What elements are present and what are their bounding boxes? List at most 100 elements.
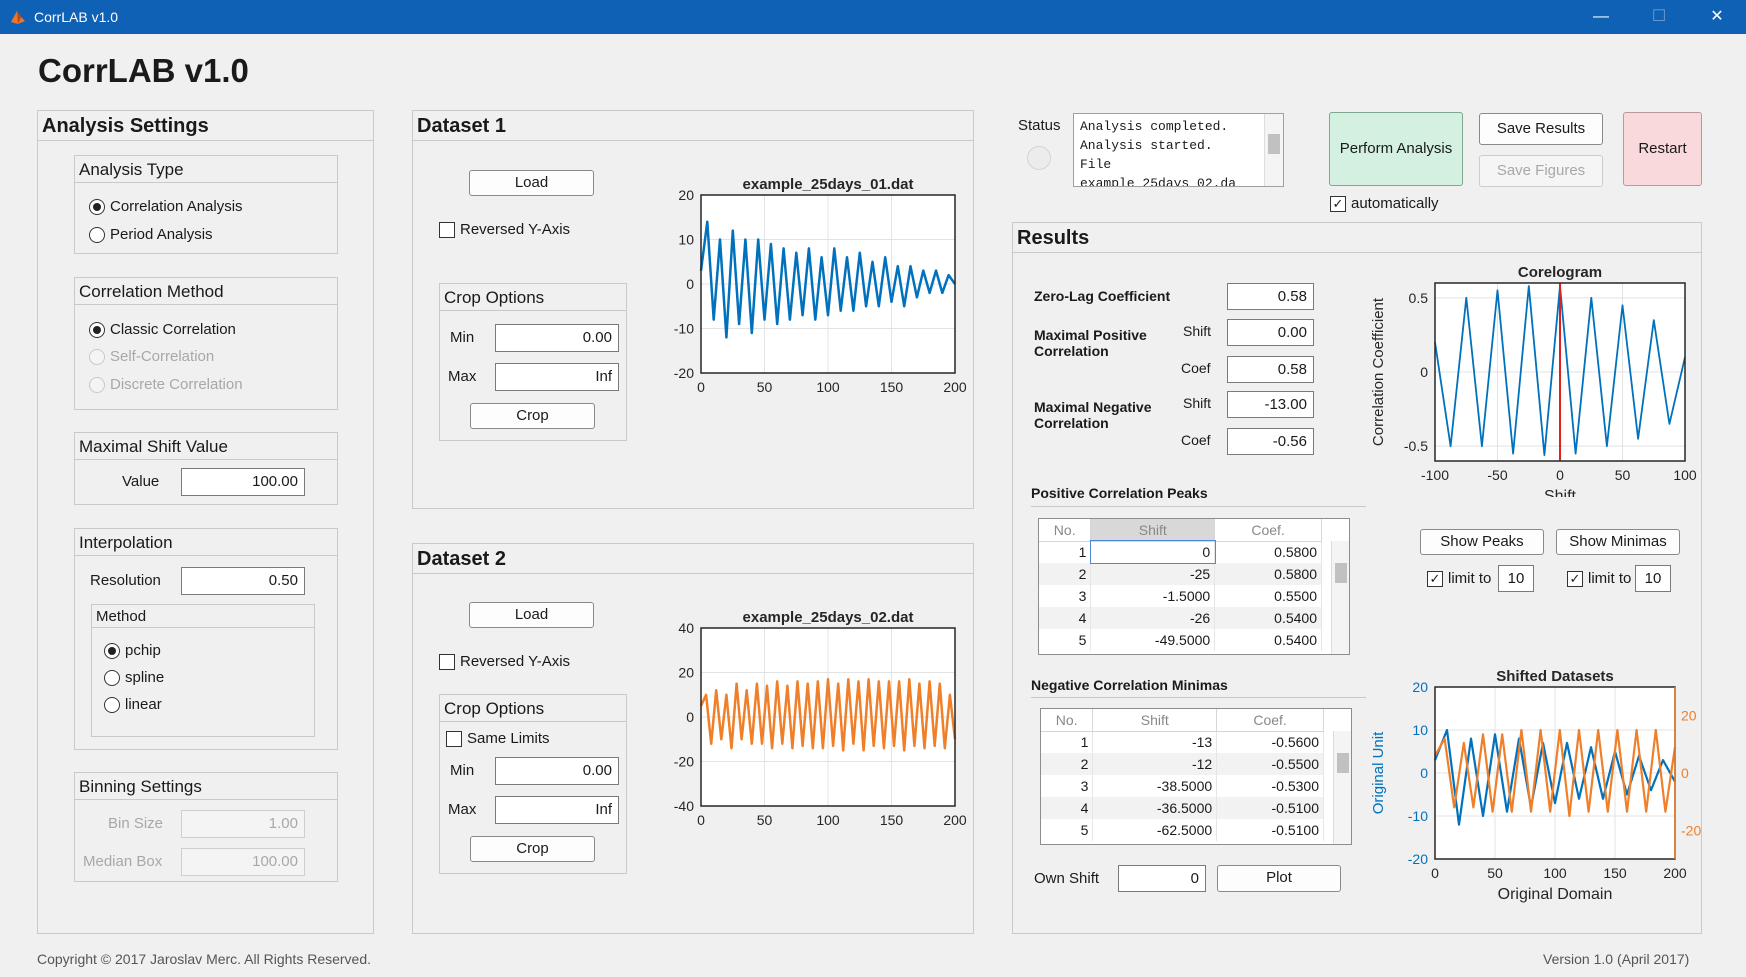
radio-icon xyxy=(89,348,105,365)
table-scrollbar[interactable] xyxy=(1333,731,1351,844)
cell-no[interactable]: 5 xyxy=(1041,819,1094,841)
negative-minimas-table[interactable]: No. Shift Coef. 1 -13 -0.5600 2 -12 -0.5500 3-… xyxy=(1040,708,1352,845)
restart-button[interactable]: Restart xyxy=(1623,112,1702,186)
radio-self-correlation[interactable]: Self-Correlation xyxy=(89,348,214,365)
table-row[interactable]: 2 -12 -0.5500 xyxy=(1041,753,1324,775)
dataset1-max-input[interactable]: Inf xyxy=(495,363,619,391)
app-title: CorrLAB v1.0 xyxy=(38,52,249,89)
cell-no[interactable]: 3 xyxy=(1041,775,1094,797)
cell-shift[interactable]: 0 xyxy=(1089,540,1216,564)
radio-linear[interactable]: linear xyxy=(104,696,162,713)
cell-no[interactable]: 1 xyxy=(1039,541,1092,563)
col-header-no[interactable]: No. xyxy=(1039,519,1092,542)
group-title: Interpolation xyxy=(75,529,337,556)
dataset1-min-input[interactable]: 0.00 xyxy=(495,324,619,352)
cell-coef[interactable]: -0.5100 xyxy=(1216,797,1324,819)
x-tick-label: 200 xyxy=(1663,865,1687,881)
plot-button[interactable]: Plot xyxy=(1217,865,1341,892)
col-header-shift[interactable]: Shift xyxy=(1092,709,1218,732)
cell-coef[interactable]: 0.5800 xyxy=(1214,563,1322,585)
cell-shift[interactable]: -26 xyxy=(1090,607,1216,629)
table-row[interactable]: 4 -26 0.5400 xyxy=(1039,607,1322,629)
radio-pchip[interactable]: pchip xyxy=(104,642,161,659)
median-box-input[interactable]: 100.00 xyxy=(181,848,305,876)
dataset1-load-button[interactable]: Load xyxy=(469,170,594,196)
cell-shift[interactable]: -36.5000 xyxy=(1092,797,1218,819)
limit-minimas-checkbox[interactable]: ✓ limit to xyxy=(1567,570,1631,587)
dataset1-panel: Dataset 1 Load Reversed Y-Axis Crop Opti… xyxy=(412,110,974,509)
cell-coef[interactable]: 0.5400 xyxy=(1214,607,1322,629)
show-minimas-button[interactable]: Show Minimas xyxy=(1556,529,1680,555)
radio-spline[interactable]: spline xyxy=(104,669,164,686)
table-row[interactable]: 5 -62.5000 -0.5100 xyxy=(1041,819,1324,841)
col-header-shift[interactable]: Shift xyxy=(1090,519,1216,542)
cell-coef[interactable]: 0.5500 xyxy=(1214,585,1322,607)
table-scrollbar[interactable] xyxy=(1331,541,1349,654)
minimize-button[interactable]: — xyxy=(1578,0,1624,34)
cell-shift[interactable]: -49.5000 xyxy=(1090,629,1216,651)
cell-no[interactable]: 4 xyxy=(1041,797,1094,819)
cell-coef[interactable]: 0.5400 xyxy=(1214,629,1322,651)
own-shift-input[interactable]: 0 xyxy=(1118,865,1206,892)
cell-shift[interactable]: -1.5000 xyxy=(1090,585,1216,607)
maximize-button[interactable]: ☐ xyxy=(1636,0,1682,34)
radio-discrete-correlation[interactable]: Discrete Correlation xyxy=(89,376,243,393)
table-row[interactable]: 3 -1.5000 0.5500 xyxy=(1039,585,1322,607)
dataset2-crop-button[interactable]: Crop xyxy=(470,836,595,862)
show-peaks-button[interactable]: Show Peaks xyxy=(1420,529,1544,555)
cell-no[interactable]: 5 xyxy=(1039,629,1092,651)
save-results-button[interactable]: Save Results xyxy=(1479,113,1603,145)
cell-shift[interactable]: -12 xyxy=(1092,753,1218,775)
table-row[interactable]: 1 0 0.5800 xyxy=(1039,540,1322,564)
resolution-input[interactable]: 0.50 xyxy=(181,567,305,595)
radio-correlation-analysis[interactable]: Correlation Analysis xyxy=(89,198,243,215)
scroll-thumb[interactable] xyxy=(1268,134,1280,154)
col-header-coef[interactable]: Coef. xyxy=(1216,709,1324,732)
automatically-checkbox[interactable]: ✓ automatically xyxy=(1330,195,1439,212)
scroll-thumb[interactable] xyxy=(1335,563,1347,583)
limit-minimas-input[interactable]: 10 xyxy=(1635,565,1671,592)
x-tick-label: 200 xyxy=(943,812,967,828)
cell-no[interactable]: 4 xyxy=(1039,607,1092,629)
cell-shift[interactable]: -62.5000 xyxy=(1092,819,1218,841)
radio-classic-correlation[interactable]: Classic Correlation xyxy=(89,321,236,338)
cell-no[interactable]: 2 xyxy=(1041,753,1094,775)
dataset1-crop-button[interactable]: Crop xyxy=(470,403,595,429)
dataset2-max-input[interactable]: Inf xyxy=(495,796,619,824)
cell-shift[interactable]: -13 xyxy=(1092,731,1218,753)
table-row[interactable]: 5 -49.5000 0.5400 xyxy=(1039,629,1322,651)
cell-coef[interactable]: -0.5600 xyxy=(1216,731,1324,753)
cell-coef[interactable]: -0.5100 xyxy=(1216,819,1324,841)
cell-no[interactable]: 3 xyxy=(1039,585,1092,607)
dataset1-reversed-checkbox[interactable]: Reversed Y-Axis xyxy=(439,221,570,238)
scroll-thumb[interactable] xyxy=(1337,753,1349,773)
radio-period-analysis[interactable]: Period Analysis xyxy=(89,226,213,243)
cell-no[interactable]: 1 xyxy=(1041,731,1094,753)
close-button[interactable]: ✕ xyxy=(1694,0,1740,34)
col-header-no[interactable]: No. xyxy=(1041,709,1094,732)
dataset2-reversed-checkbox[interactable]: Reversed Y-Axis xyxy=(439,653,570,670)
bin-size-input[interactable]: 1.00 xyxy=(181,810,305,838)
cell-coef[interactable]: 0.5800 xyxy=(1214,541,1322,563)
limit-peaks-checkbox[interactable]: ✓ limit to xyxy=(1427,570,1491,587)
cell-shift[interactable]: -38.5000 xyxy=(1092,775,1218,797)
status-log-scrollbar[interactable] xyxy=(1264,114,1283,186)
perform-analysis-button[interactable]: Perform Analysis xyxy=(1329,112,1463,186)
table-row[interactable]: 4 -36.5000 -0.5100 xyxy=(1041,797,1324,819)
y-tick-label: 40 xyxy=(678,620,694,636)
dataset2-load-button[interactable]: Load xyxy=(469,602,594,628)
cell-coef[interactable]: -0.5500 xyxy=(1216,753,1324,775)
cell-coef[interactable]: -0.5300 xyxy=(1216,775,1324,797)
table-row[interactable]: 2 -25 0.5800 xyxy=(1039,563,1322,585)
col-header-coef[interactable]: Coef. xyxy=(1214,519,1322,542)
table-row[interactable]: 1 -13 -0.5600 xyxy=(1041,731,1324,753)
limit-peaks-input[interactable]: 10 xyxy=(1498,565,1534,592)
dataset2-min-input[interactable]: 0.00 xyxy=(495,757,619,785)
save-figures-button[interactable]: Save Figures xyxy=(1479,155,1603,187)
positive-peaks-table[interactable]: No. Shift Coef. 1 0 0.5800 2 -25 0.5800 3 -1.50… xyxy=(1038,518,1350,655)
same-limits-checkbox[interactable]: Same Limits xyxy=(446,730,550,747)
cell-shift[interactable]: -25 xyxy=(1090,563,1216,585)
table-row[interactable]: 3 -38.5000 -0.5300 xyxy=(1041,775,1324,797)
shift-value-input[interactable]: 100.00 xyxy=(181,468,305,496)
cell-no[interactable]: 2 xyxy=(1039,563,1092,585)
